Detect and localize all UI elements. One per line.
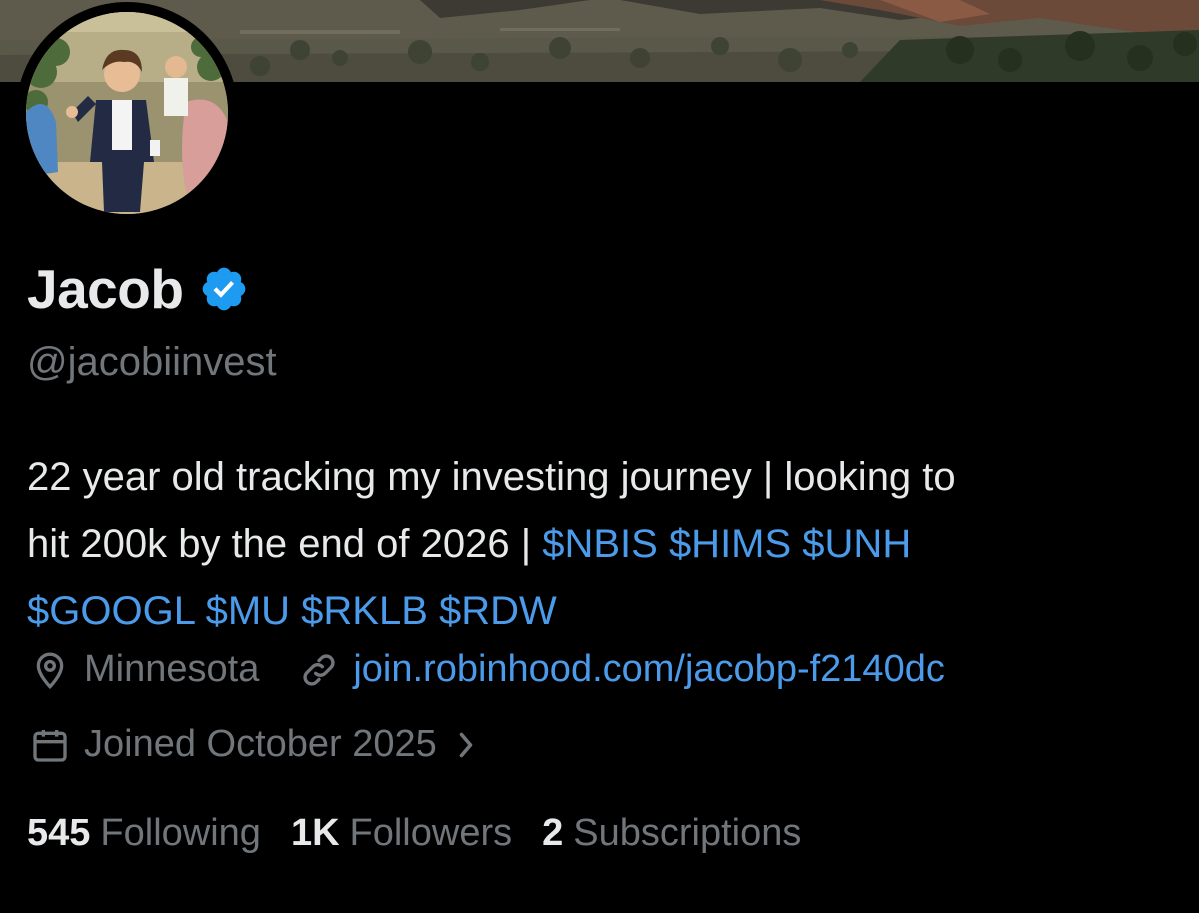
location-text: Minnesota [84, 648, 260, 690]
calendar-icon [33, 729, 67, 762]
link-icon [303, 653, 335, 686]
name-row: Jacob [27, 254, 249, 324]
bio-line-2: hit 200k by the end of 2026 | $NBIS $HIM… [27, 511, 1167, 578]
bio-line-1: 22 year old tracking my investing journe… [27, 455, 956, 499]
following-count: 545 [27, 812, 91, 854]
subscriptions-label: Subscriptions [573, 812, 802, 854]
display-name: Jacob [27, 258, 184, 320]
chevron-right-icon [459, 732, 473, 757]
followers-count: 1K [290, 812, 340, 854]
following-stat[interactable]: 545 Following [27, 812, 261, 855]
following-label: Following [100, 812, 261, 854]
subscriptions-stat[interactable]: 2 Subscriptions [542, 812, 801, 855]
cashtag-links-2[interactable]: $GOOGL $MU $RKLB $RDW [27, 578, 1167, 645]
avatar[interactable] [26, 12, 228, 214]
location-pin-icon [36, 652, 64, 689]
profile-stats: 545 Following 1K Followers 2 Subscriptio… [27, 812, 831, 855]
bio-line-2-text: hit 200k by the end of 2026 | [27, 522, 543, 566]
bio: 22 year old tracking my investing journe… [27, 444, 1167, 645]
user-handle: @jacobiinvest [27, 340, 277, 384]
followers-stat[interactable]: 1K Followers [291, 812, 512, 855]
cashtag-links-1[interactable]: $NBIS $HIMS $UNH [542, 522, 911, 566]
profile-meta-row-1: Minnesota join.robinhood.com/jacobp-f214… [30, 648, 945, 691]
website-link[interactable]: join.robinhood.com/jacobp-f2140dc [353, 648, 945, 691]
joined-text: Joined October 2025 [84, 723, 437, 765]
joined-row[interactable]: Joined October 2025 [30, 723, 477, 766]
subscriptions-count: 2 [542, 812, 564, 854]
followers-label: Followers [349, 812, 513, 854]
verified-badge-icon[interactable] [199, 264, 249, 314]
